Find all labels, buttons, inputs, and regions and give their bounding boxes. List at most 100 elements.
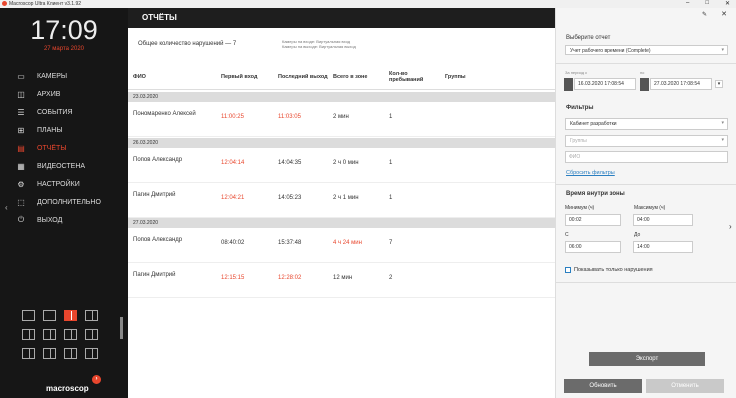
archive-icon: ◫ (17, 89, 25, 99)
table-row[interactable]: Пагин Дмитрий 12:04:21 14:05:23 2 ч 1 ми… (128, 183, 555, 218)
date-from-field[interactable]: 16.03.2020 17:08:54 (574, 78, 636, 90)
clock: 17:09 (30, 15, 98, 45)
layout-scrollbar[interactable] (120, 317, 123, 339)
divider (556, 184, 736, 185)
app-logo-icon (2, 1, 7, 6)
camera-icon: ▭ (17, 71, 25, 81)
calendar-to-icon[interactable] (640, 78, 649, 91)
period-from-label: За период с (565, 70, 588, 75)
date-to-field[interactable]: 27.03.2020 17:08:54 (650, 78, 712, 90)
sidebar-item-cameras[interactable]: ▭ КАМЕРЫ (15, 67, 125, 85)
layout-1p5-icon[interactable] (43, 329, 56, 340)
layout-2x1-icon[interactable] (43, 310, 56, 321)
layout-1p12-icon[interactable] (85, 329, 98, 340)
date: 27 марта 2020 (43, 46, 85, 52)
chevron-right-icon[interactable]: › (729, 222, 732, 231)
name-filter-input[interactable]: ФИО (565, 151, 728, 163)
from-time-input[interactable]: 06:00 (565, 241, 621, 253)
sidebar-item-settings[interactable]: ⚙ НАСТРОЙКИ (15, 175, 125, 193)
filters-label: Фильтры (566, 105, 594, 111)
only-violations-label: Показывать только нарушения (574, 267, 653, 273)
layout-grid (22, 310, 98, 359)
maximize-button[interactable]: □ (705, 0, 709, 7)
minimize-button[interactable]: – (686, 0, 689, 7)
main-content: ОТЧЁТЫ Общее количество нарушений — 7 Ка… (128, 8, 555, 398)
to-label: До (634, 232, 641, 238)
window-title: Macroscop Ultra Клиент v3.1.92 (9, 1, 82, 7)
table-row[interactable]: Пономаренко Алексей 11:00:25 11:03:05 2 … (128, 102, 555, 137)
window-titlebar: Macroscop Ultra Клиент v3.1.92 – □ ✕ (0, 0, 736, 8)
table-row[interactable]: Попов Александр 08:40:02 15:37:48 4 ч 24… (128, 228, 555, 263)
reset-filters-link[interactable]: Сбросить фильтры (566, 170, 615, 176)
col-count[interactable]: Кол-во пребываний (389, 71, 434, 83)
col-last-exit[interactable]: Последний выход (278, 74, 328, 80)
violations-summary: Общее количество нарушений — 7 (138, 41, 237, 47)
col-groups[interactable]: Группы (445, 74, 485, 80)
sidebar-item-videowall[interactable]: ▦ ВИДЕОСТЕНА (15, 157, 125, 175)
zone-time-label: Время внутри зоны (566, 191, 625, 197)
close-panel-icon[interactable]: ✕ (721, 10, 727, 18)
collapse-sidebar-icon[interactable]: ‹ (5, 203, 8, 212)
col-total[interactable]: Всего в зоне (333, 74, 383, 80)
layout-1p7-icon[interactable] (64, 329, 77, 340)
max-label: Максимум (ч) (634, 205, 666, 211)
groups-filter-select[interactable]: Группы ▾ (565, 135, 728, 147)
layout-5x5-icon[interactable] (22, 348, 35, 359)
layout-3x3-icon[interactable] (85, 310, 98, 321)
sidebar-item-reports[interactable]: ▤ ОТЧЁТЫ (15, 139, 125, 157)
col-name[interactable]: ФИО (133, 74, 213, 80)
date-group-header: 27.03.2020 (128, 218, 555, 228)
sidebar-item-extra[interactable]: ⬚ ДОПОЛНИТЕЛЬНО (15, 193, 125, 211)
pin-icon[interactable]: ✎ (702, 11, 707, 18)
layout-1x1-icon[interactable] (22, 310, 35, 321)
layout-7x7-icon[interactable] (64, 348, 77, 359)
cancel-button[interactable]: Отменить (646, 379, 724, 393)
layout-2x2-icon[interactable] (64, 310, 77, 321)
reports-icon: ▤ (17, 143, 25, 153)
videowall-icon: ▦ (17, 161, 25, 171)
min-hours-input[interactable]: 00:02 (565, 214, 621, 226)
chevron-down-icon: ▾ (721, 47, 724, 53)
chevron-down-icon: ▾ (721, 120, 724, 126)
date-group-header: 26.03.2020 (128, 138, 555, 148)
sidebar-item-events[interactable]: ☰ СОБЫТИЯ (15, 103, 125, 121)
sidebar: 17:09 27 марта 2020 ▭ КАМЕРЫ ◫ АРХИВ ☰ СОБЫ… (0, 8, 128, 398)
layout-6x6-icon[interactable] (43, 348, 56, 359)
plans-icon: ⊞ (17, 125, 25, 135)
settings-icon: ⚙ (17, 179, 25, 189)
col-first-entry[interactable]: Первый вход (221, 74, 271, 80)
date-group-header: 23.03.2020 (128, 92, 555, 102)
divider (556, 63, 736, 64)
date-dropdown-icon[interactable]: ▾ (715, 80, 723, 88)
sidebar-item-plans[interactable]: ⊞ ПЛАНЫ (15, 121, 125, 139)
export-button[interactable]: Экспорт (589, 352, 705, 366)
table-row[interactable]: Пагин Дмитрий 12:15:15 12:28:02 12 мин 2 (128, 263, 555, 298)
page-title: ОТЧЁТЫ (128, 8, 555, 28)
layout-4x4-icon[interactable] (22, 329, 35, 340)
table-row[interactable]: Попов Александр 12:04:14 14:04:35 2 ч 0 … (128, 148, 555, 183)
select-report-label: Выберите отчет (566, 35, 611, 41)
brand-logo: macroscop › (46, 375, 101, 393)
divider (556, 282, 736, 283)
report-settings-panel: ✎ ✕ Выберите отчет Учет рабочего времени… (555, 8, 736, 398)
report-select[interactable]: Учет рабочего времени (Complete) ▾ (565, 45, 728, 55)
table-header: ФИО Первый вход Последний выход Всего в … (128, 65, 555, 90)
sidebar-item-archive[interactable]: ◫ АРХИВ (15, 85, 125, 103)
refresh-button[interactable]: Обновить (564, 379, 642, 393)
camera-filter-select[interactable]: Кабинет разработки ▾ (565, 118, 728, 130)
calendar-from-icon[interactable] (564, 78, 573, 91)
period-to-label: по (640, 70, 645, 75)
sidebar-menu: ▭ КАМЕРЫ ◫ АРХИВ ☰ СОБЫТИЯ ⊞ ПЛАНЫ ▤ ОТЧЁТЫ ▦… (15, 67, 125, 229)
max-hours-input[interactable]: 04:00 (633, 214, 693, 226)
close-window-button[interactable]: ✕ (725, 0, 730, 7)
chevron-down-icon: ▾ (721, 137, 724, 143)
exit-icon: ⏻ (17, 215, 25, 224)
to-time-input[interactable]: 14:00 (633, 241, 693, 253)
cameras-legend: Камеры на входе: Виртуальная вход Камеры… (282, 39, 356, 49)
sidebar-item-exit[interactable]: ⏻ ВЫХОД (15, 211, 125, 229)
only-violations-checkbox[interactable] (565, 267, 571, 273)
min-label: Минимум (ч) (565, 205, 595, 211)
layout-8x8-icon[interactable] (85, 348, 98, 359)
from-label: С (565, 232, 569, 238)
extra-icon: ⬚ (17, 197, 25, 207)
